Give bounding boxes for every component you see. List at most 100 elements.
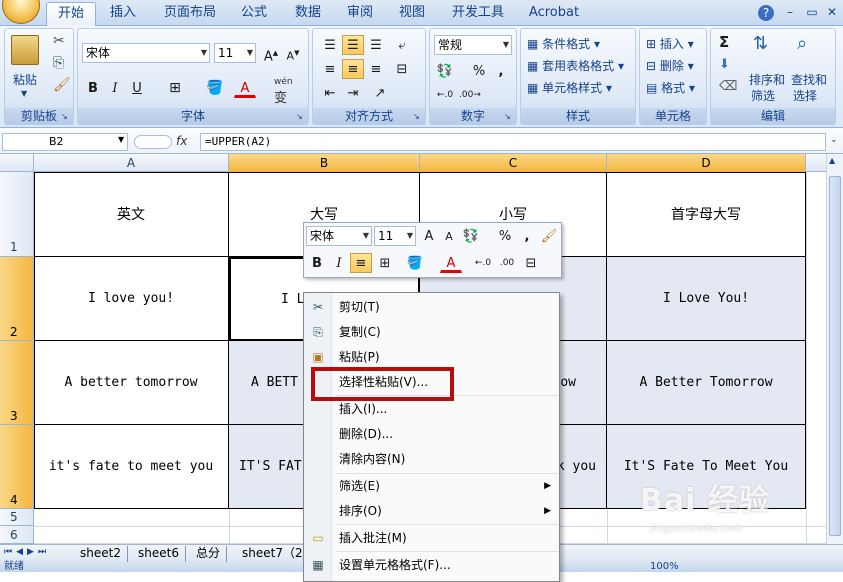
mini-bold-button[interactable]: B <box>306 253 328 273</box>
tab-page-layout[interactable]: 页面布局 <box>155 2 225 26</box>
cell-a2[interactable]: I love you! <box>34 257 229 341</box>
fill-color-icon[interactable]: 🪣 <box>204 78 226 98</box>
mini-font-select[interactable]: 宋体 ▼ <box>306 226 372 246</box>
name-box[interactable]: B2 <box>2 133 128 151</box>
dialog-launcher-icon[interactable]: ↘ <box>504 112 514 122</box>
help-icon[interactable]: ? <box>758 5 774 21</box>
mini-percent-button[interactable]: % <box>494 226 516 246</box>
format-painter-icon[interactable]: 🖌 <box>538 226 560 246</box>
tab-insert[interactable]: 插入 <box>100 2 146 26</box>
align-bottom-icon[interactable]: ☰ <box>365 35 387 55</box>
vertical-scrollbar[interactable]: ▲ <box>826 154 843 544</box>
tab-home[interactable]: 开始 <box>46 2 96 26</box>
close-icon[interactable]: ✕ <box>822 3 842 21</box>
align-center-icon[interactable]: ≡ <box>350 253 372 273</box>
scroll-thumb[interactable] <box>829 176 841 536</box>
menu-item-cut[interactable]: ✂ 剪切(T) <box>304 295 559 320</box>
menu-item-delete[interactable]: 删除(D)... <box>304 422 559 447</box>
tab-view[interactable]: 视图 <box>390 2 434 26</box>
cell-a1[interactable]: 英文 <box>34 172 229 257</box>
menu-item-filter[interactable]: 筛选(E) ▶ <box>304 474 559 499</box>
mini-comma-button[interactable]: , <box>516 226 538 246</box>
tab-review[interactable]: 审阅 <box>338 2 382 26</box>
border-icon[interactable]: ⊞ <box>164 78 186 98</box>
conditional-format-button[interactable]: ▦ 条件格式 ▾ <box>527 35 600 52</box>
cell-d2[interactable]: I Love You! <box>607 257 806 341</box>
merge-center-icon[interactable]: ⊟ <box>520 253 542 273</box>
column-header-d[interactable]: D <box>607 154 806 172</box>
orientation-icon[interactable]: ↗ <box>369 83 391 103</box>
row-header-3[interactable]: 3 <box>0 341 34 425</box>
row-header-1[interactable]: 1 <box>0 172 34 257</box>
tab-acrobat[interactable]: Acrobat <box>522 2 586 26</box>
font-size-select[interactable]: 11 ▼ <box>214 43 256 63</box>
minimize-icon[interactable]: – <box>780 3 800 21</box>
menu-item-sort[interactable]: 排序(O) ▶ <box>304 499 559 524</box>
align-left-icon[interactable]: ≡ <box>319 59 341 79</box>
font-color-icon[interactable]: A <box>440 253 462 273</box>
increase-indent-icon[interactable]: ⇥ <box>342 83 364 103</box>
binoculars-icon[interactable]: ⌕ <box>797 33 807 54</box>
tab-formulas[interactable]: 公式 <box>232 2 276 26</box>
autosum-button[interactable]: Σ <box>719 33 729 51</box>
merge-center-icon[interactable]: ⊟ <box>391 59 413 79</box>
increase-decimal-icon[interactable]: ←.0 <box>472 253 494 273</box>
tab-data[interactable]: 数据 <box>286 2 330 26</box>
currency-icon[interactable]: 💱 <box>434 61 456 81</box>
align-top-icon[interactable]: ☰ <box>319 35 341 55</box>
mini-size-select[interactable]: 11 ▼ <box>374 226 416 246</box>
cell-a4[interactable]: it's fate to meet you <box>34 425 229 509</box>
comma-button[interactable]: , <box>490 61 512 81</box>
font-color-button[interactable]: A <box>234 78 256 98</box>
format-painter-icon[interactable]: 🖌 <box>53 77 71 93</box>
menu-item-copy[interactable]: ⎘ 复制(C) <box>304 320 559 345</box>
insert-function-button[interactable]: fx <box>176 134 187 148</box>
row-header-4[interactable]: 4 <box>0 425 34 509</box>
paste-icon[interactable] <box>11 35 39 65</box>
grow-font-icon[interactable]: A▲ <box>260 43 282 64</box>
currency-icon[interactable]: 💱 <box>460 226 482 246</box>
phonetic-icon[interactable]: wén <box>274 77 293 87</box>
decrease-decimal-icon[interactable]: .00 <box>496 253 518 273</box>
sort-filter-button[interactable]: 排序和 <box>749 71 785 88</box>
row-header-5[interactable]: 5 <box>0 509 34 526</box>
tab-developer[interactable]: 开发工具 <box>445 2 511 26</box>
shrink-font-icon[interactable]: A <box>438 226 460 246</box>
chevron-down-icon[interactable]: ▼ <box>118 135 124 144</box>
decrease-decimal-button[interactable]: .00→ <box>458 85 481 105</box>
chevron-down-icon[interactable]: ▼ <box>21 89 27 98</box>
copy-icon[interactable]: ⎘ <box>53 55 64 71</box>
column-header-b[interactable]: B <box>229 154 420 172</box>
sheet-tab-sheet2[interactable]: sheet2 <box>74 546 128 562</box>
decrease-indent-icon[interactable]: ⇤ <box>319 83 341 103</box>
expand-formula-icon[interactable]: ⌄ <box>830 135 838 145</box>
sort-filter-icon[interactable]: ⇅ <box>753 33 768 54</box>
menu-item-insert-comment[interactable]: ▭ 插入批注(M) <box>304 526 559 551</box>
dialog-launcher-icon[interactable]: ↘ <box>296 112 306 122</box>
row-header-2[interactable]: 2 <box>0 257 34 341</box>
dialog-launcher-icon[interactable]: ↘ <box>61 112 71 122</box>
column-header-c[interactable]: C <box>420 154 607 172</box>
insert-cells-button[interactable]: ⊞ 插入 ▾ <box>646 35 694 52</box>
underline-button[interactable]: U <box>126 78 148 98</box>
paste-button[interactable]: 粘贴 <box>13 71 37 88</box>
restore-icon[interactable]: ▭ <box>802 3 822 21</box>
align-middle-icon[interactable]: ☰ <box>342 35 364 55</box>
dialog-launcher-icon[interactable]: ↘ <box>413 112 423 122</box>
formula-input[interactable]: =UPPER(A2) <box>200 133 826 151</box>
align-center-icon[interactable]: ≡ <box>342 59 364 79</box>
select-all-corner[interactable] <box>0 154 34 172</box>
number-format-select[interactable]: 常规 ▼ <box>434 35 512 55</box>
cell-d1[interactable]: 首字母大写 <box>607 172 806 257</box>
cell-styles-button[interactable]: ▦ 单元格样式 ▾ <box>527 79 612 96</box>
scroll-up-icon[interactable]: ▲ <box>829 156 835 165</box>
shrink-font-icon[interactable]: A▼ <box>282 43 304 63</box>
menu-item-clear-contents[interactable]: 清除内容(N) <box>304 447 559 472</box>
italic-button[interactable]: I <box>104 78 126 98</box>
fill-color-icon[interactable]: 🪣 <box>404 253 426 273</box>
cell-d3[interactable]: A Better Tomorrow <box>607 341 806 425</box>
mini-italic-button[interactable]: I <box>328 253 350 273</box>
sheet-tab-sheet7-2[interactable]: sheet7（2 <box>236 546 310 562</box>
delete-cells-button[interactable]: ⊟ 删除 ▾ <box>646 57 694 74</box>
percent-button[interactable]: % <box>468 61 490 81</box>
